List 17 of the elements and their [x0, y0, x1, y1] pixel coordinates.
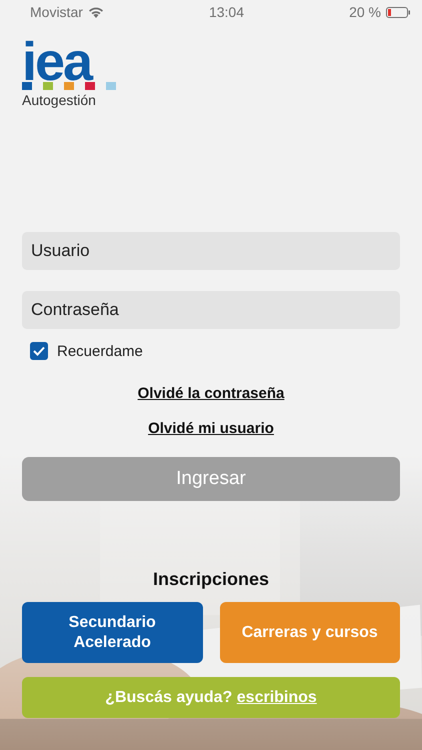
battery-icon — [386, 6, 410, 18]
enroll-button[interactable]: Secundario Acelerado — [22, 602, 202, 663]
clock-time: 13:04 — [208, 4, 244, 20]
checkbox[interactable] — [30, 342, 48, 360]
carrier-name: Movistar — [30, 4, 83, 20]
forgot-link[interactable]: Olvidé la contraseña — [138, 385, 284, 402]
battery-percent: 20 % — [349, 4, 381, 20]
logo-subtitle: Autogestión — [22, 92, 96, 108]
wifi-icon — [88, 6, 104, 18]
input-field[interactable]: Contraseña — [22, 291, 400, 329]
logo-squares-icon — [22, 82, 116, 90]
section-title: Inscripciones — [152, 569, 270, 590]
forgot-link[interactable]: Olvidé mi usuario — [148, 420, 274, 437]
input-field[interactable]: Usuario — [22, 232, 400, 270]
help-text: ¿Buscás ayuda? escribinos — [105, 688, 317, 706]
logo-wordmark: iea — [22, 42, 92, 82]
checkbox-label: Recuerdame — [57, 342, 143, 360]
